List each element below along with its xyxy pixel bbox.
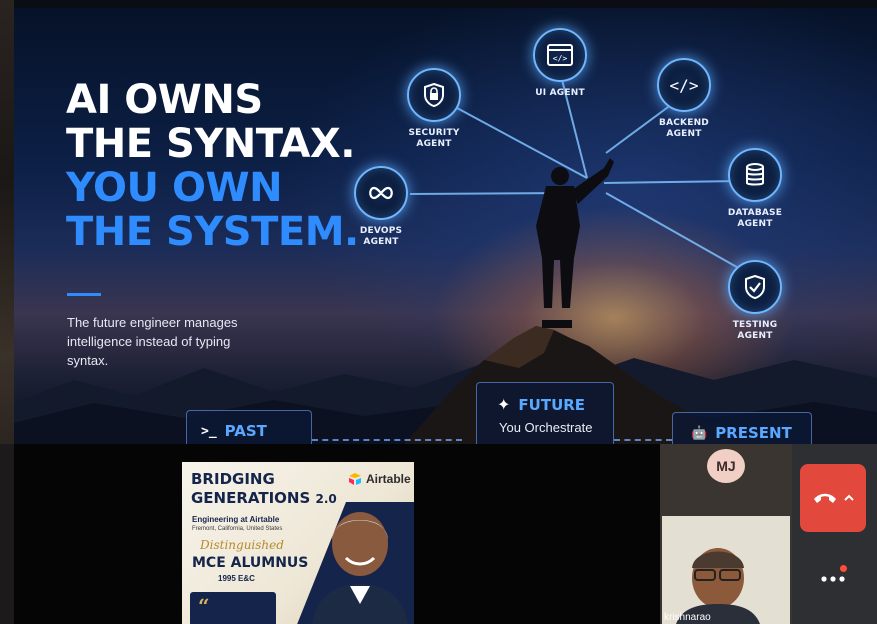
accent-divider: [67, 293, 101, 296]
speaker-portrait: [312, 512, 408, 624]
call-left-edge: [0, 444, 14, 624]
stage-past: >_ PAST: [186, 410, 312, 444]
ui-agent: </> UI AGENT: [520, 28, 600, 99]
participant-face: [662, 516, 790, 624]
background-video-edge: [0, 0, 14, 444]
stage-future-sub: You Orchestrate: [499, 420, 593, 435]
poster-alumnus: MCE ALUMNUS: [192, 555, 309, 571]
security-agent-label: SECURITY AGENT: [408, 128, 460, 149]
shield-check-icon: [728, 260, 782, 314]
robot-icon: 🤖: [691, 425, 708, 441]
testing-agent-label: TESTING AGENT: [732, 320, 778, 341]
headline-line-4: THE SYSTEM.: [66, 209, 359, 255]
stage-future: ✦ FUTURE You Orchestrate: [476, 382, 614, 444]
participant-name: krishnarao: [664, 612, 711, 623]
poster-distinguished: Distinguished: [200, 538, 284, 552]
notification-dot: [840, 565, 847, 572]
devops-agent: DEVOPS AGENT: [341, 166, 421, 248]
presentation-slide: AI OWNS THE SYNTAX. YOU OWN THE SYSTEM. …: [14, 8, 877, 444]
code-window-icon: </>: [533, 28, 587, 82]
poster-location: Fremont, California, United States: [192, 526, 283, 532]
poster-subtitle: Engineering at Airtable: [192, 515, 280, 524]
chevron-up-icon: [844, 494, 854, 501]
database-agent-label: DATABASE AGENT: [727, 208, 783, 229]
security-agent: SECURITY AGENT: [394, 68, 474, 150]
event-poster-tile[interactable]: BRIDGING GENERATIONS 2.0 Airtable Engine…: [182, 462, 414, 624]
airtable-logo: Airtable: [348, 472, 411, 486]
backend-agent: </> BACKEND AGENT: [644, 58, 724, 140]
code-brackets-icon: </>: [657, 58, 711, 112]
terminal-icon: >_: [201, 423, 217, 439]
airtable-logo-icon: [349, 473, 361, 485]
timeline-connector: [614, 439, 672, 441]
stage-past-label: PAST: [224, 422, 267, 440]
timeline-connector: [312, 439, 462, 441]
more-options-button[interactable]: [800, 548, 866, 610]
phone-hangup-icon: [814, 493, 836, 503]
database-icon: [728, 148, 782, 202]
airtable-brand: Airtable: [366, 472, 411, 486]
devops-agent-label: DEVOPS AGENT: [359, 226, 403, 247]
stage-future-label: FUTURE: [518, 395, 586, 414]
slide-headline: AI OWNS THE SYNTAX. YOU OWN THE SYSTEM.: [66, 78, 359, 254]
svg-text:</>: </>: [670, 76, 698, 95]
more-options-icon: [821, 576, 845, 582]
ui-agent-label: UI AGENT: [535, 88, 585, 98]
stage-present-label: PRESENT: [715, 424, 792, 442]
hang-up-button[interactable]: [800, 464, 866, 532]
poster-title-line2: GENERATIONS: [191, 489, 311, 507]
poster-quote-box: “: [190, 592, 276, 624]
lock-icon: [407, 68, 461, 122]
poster-batch: 1995 E&C: [218, 574, 255, 583]
infinity-icon: [354, 166, 408, 220]
headline-line-2: THE SYNTAX.: [66, 121, 355, 167]
participant-avatar: MJ: [707, 449, 745, 483]
sparkle-icon: ✦: [497, 395, 511, 414]
quote-icon: “: [198, 594, 210, 618]
poster-title-line1: BRIDGING: [191, 470, 275, 488]
stage-present: 🤖 PRESENT: [672, 412, 812, 444]
headline-line-3: YOU OWN: [66, 165, 283, 211]
headline-line-1: AI OWNS: [66, 77, 263, 123]
participant-video: [662, 516, 790, 624]
backend-agent-label: BACKEND AGENT: [659, 118, 709, 139]
testing-agent: TESTING AGENT: [715, 260, 795, 342]
database-agent: DATABASE AGENT: [714, 148, 796, 230]
slide-subtext: The future engineer manages intelligence…: [67, 315, 238, 368]
svg-text:</>: </>: [553, 54, 568, 63]
